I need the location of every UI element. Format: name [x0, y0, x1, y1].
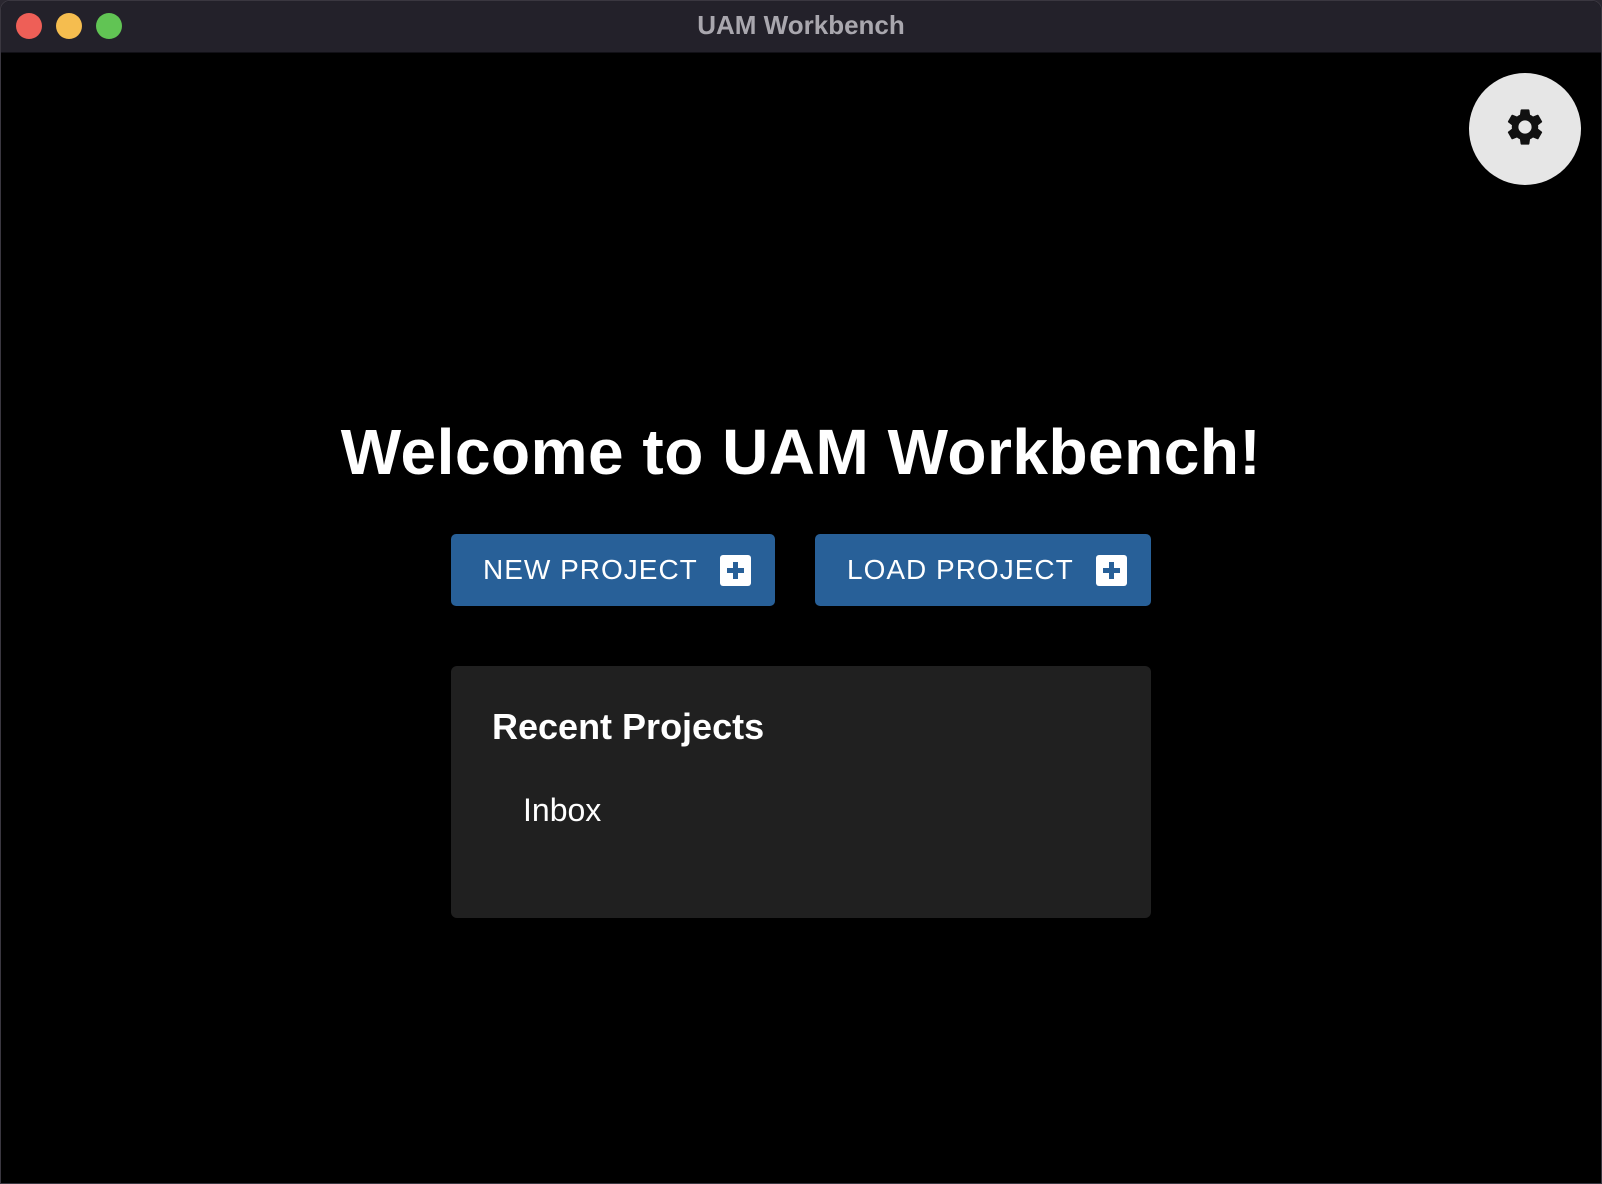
welcome-heading: Welcome to UAM Workbench! — [340, 416, 1262, 488]
recent-projects-panel: Recent Projects Inbox — [451, 666, 1151, 918]
recent-projects-title: Recent Projects — [492, 706, 765, 747]
title-bar[interactable]: UAM Workbench — [1, 1, 1601, 53]
app-window: UAM Workbench Welcome to UAM Workbench! … — [0, 0, 1602, 1184]
window-title: UAM Workbench — [697, 10, 905, 40]
main-content: Welcome to UAM Workbench! NEW PROJECT LO… — [1, 53, 1601, 1183]
plus-square-icon — [719, 554, 751, 586]
recent-projects-list: Inbox — [523, 790, 601, 830]
gear-icon — [1503, 105, 1547, 154]
recent-project-item[interactable]: Inbox — [523, 790, 601, 830]
settings-button[interactable] — [1469, 73, 1581, 185]
load-project-button[interactable]: LOAD PROJECT — [815, 534, 1151, 606]
load-project-label: LOAD PROJECT — [847, 554, 1074, 585]
plus-square-icon — [1095, 554, 1127, 586]
new-project-label: NEW PROJECT — [483, 554, 698, 585]
new-project-button[interactable]: NEW PROJECT — [451, 534, 775, 606]
